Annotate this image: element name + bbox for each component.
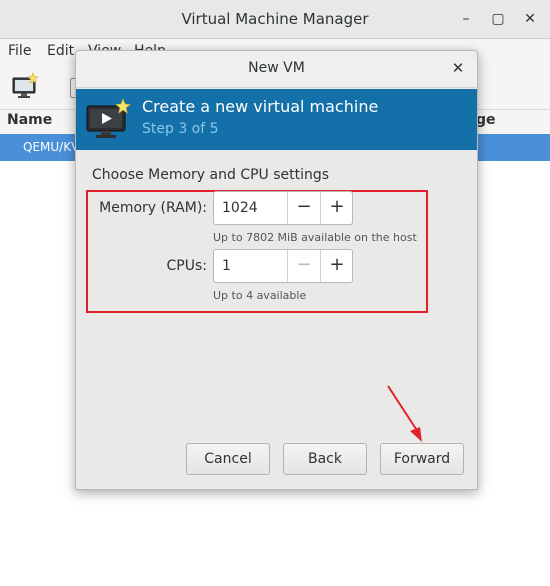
cpus-spinbox: − + xyxy=(213,249,353,283)
new-vm-icon xyxy=(86,98,131,138)
new-vm-icon xyxy=(12,72,39,98)
banner-title: Create a new virtual machine xyxy=(142,97,379,116)
cpus-decrement-button[interactable]: − xyxy=(287,250,320,282)
memory-spinbox: − + xyxy=(213,191,353,225)
new-vm-toolbar-button[interactable] xyxy=(10,71,40,101)
column-header-usage[interactable]: ge xyxy=(476,112,496,128)
memory-label: Memory (RAM): xyxy=(99,200,207,216)
wizard-banner: Create a new virtual machine Step 3 of 5 xyxy=(76,89,477,150)
cpus-hint: Up to 4 available xyxy=(213,289,307,302)
step-indicator: Step 3 of 5 xyxy=(142,121,219,137)
cpus-input[interactable] xyxy=(214,250,286,282)
connection-label: QEMU/KV xyxy=(23,140,80,154)
main-window-titlebar: Virtual Machine Manager – ▢ ✕ xyxy=(0,0,550,39)
close-window-button[interactable]: ✕ xyxy=(520,9,540,29)
menu-file[interactable]: File xyxy=(8,43,31,59)
forward-button[interactable]: Forward xyxy=(380,443,464,475)
new-vm-dialog: New VM ✕ Create a new virtual machine St… xyxy=(75,50,478,490)
memory-decrement-button[interactable]: − xyxy=(287,192,320,224)
dialog-titlebar: New VM ✕ xyxy=(76,51,477,88)
column-header-name[interactable]: Name xyxy=(7,112,52,128)
memory-increment-button[interactable]: + xyxy=(320,192,353,224)
dialog-title: New VM xyxy=(248,60,305,76)
section-label: Choose Memory and CPU settings xyxy=(92,167,330,183)
memory-hint: Up to 7802 MiB available on the host xyxy=(213,231,417,244)
cancel-button[interactable]: Cancel xyxy=(186,443,270,475)
memory-input[interactable] xyxy=(214,192,286,224)
minimize-button[interactable]: – xyxy=(456,9,476,29)
back-button[interactable]: Back xyxy=(283,443,367,475)
maximize-button[interactable]: ▢ xyxy=(488,9,508,29)
close-icon[interactable]: ✕ xyxy=(449,59,467,77)
menu-edit[interactable]: Edit xyxy=(47,43,74,59)
cpus-label: CPUs: xyxy=(166,258,207,274)
cpus-increment-button[interactable]: + xyxy=(320,250,353,282)
